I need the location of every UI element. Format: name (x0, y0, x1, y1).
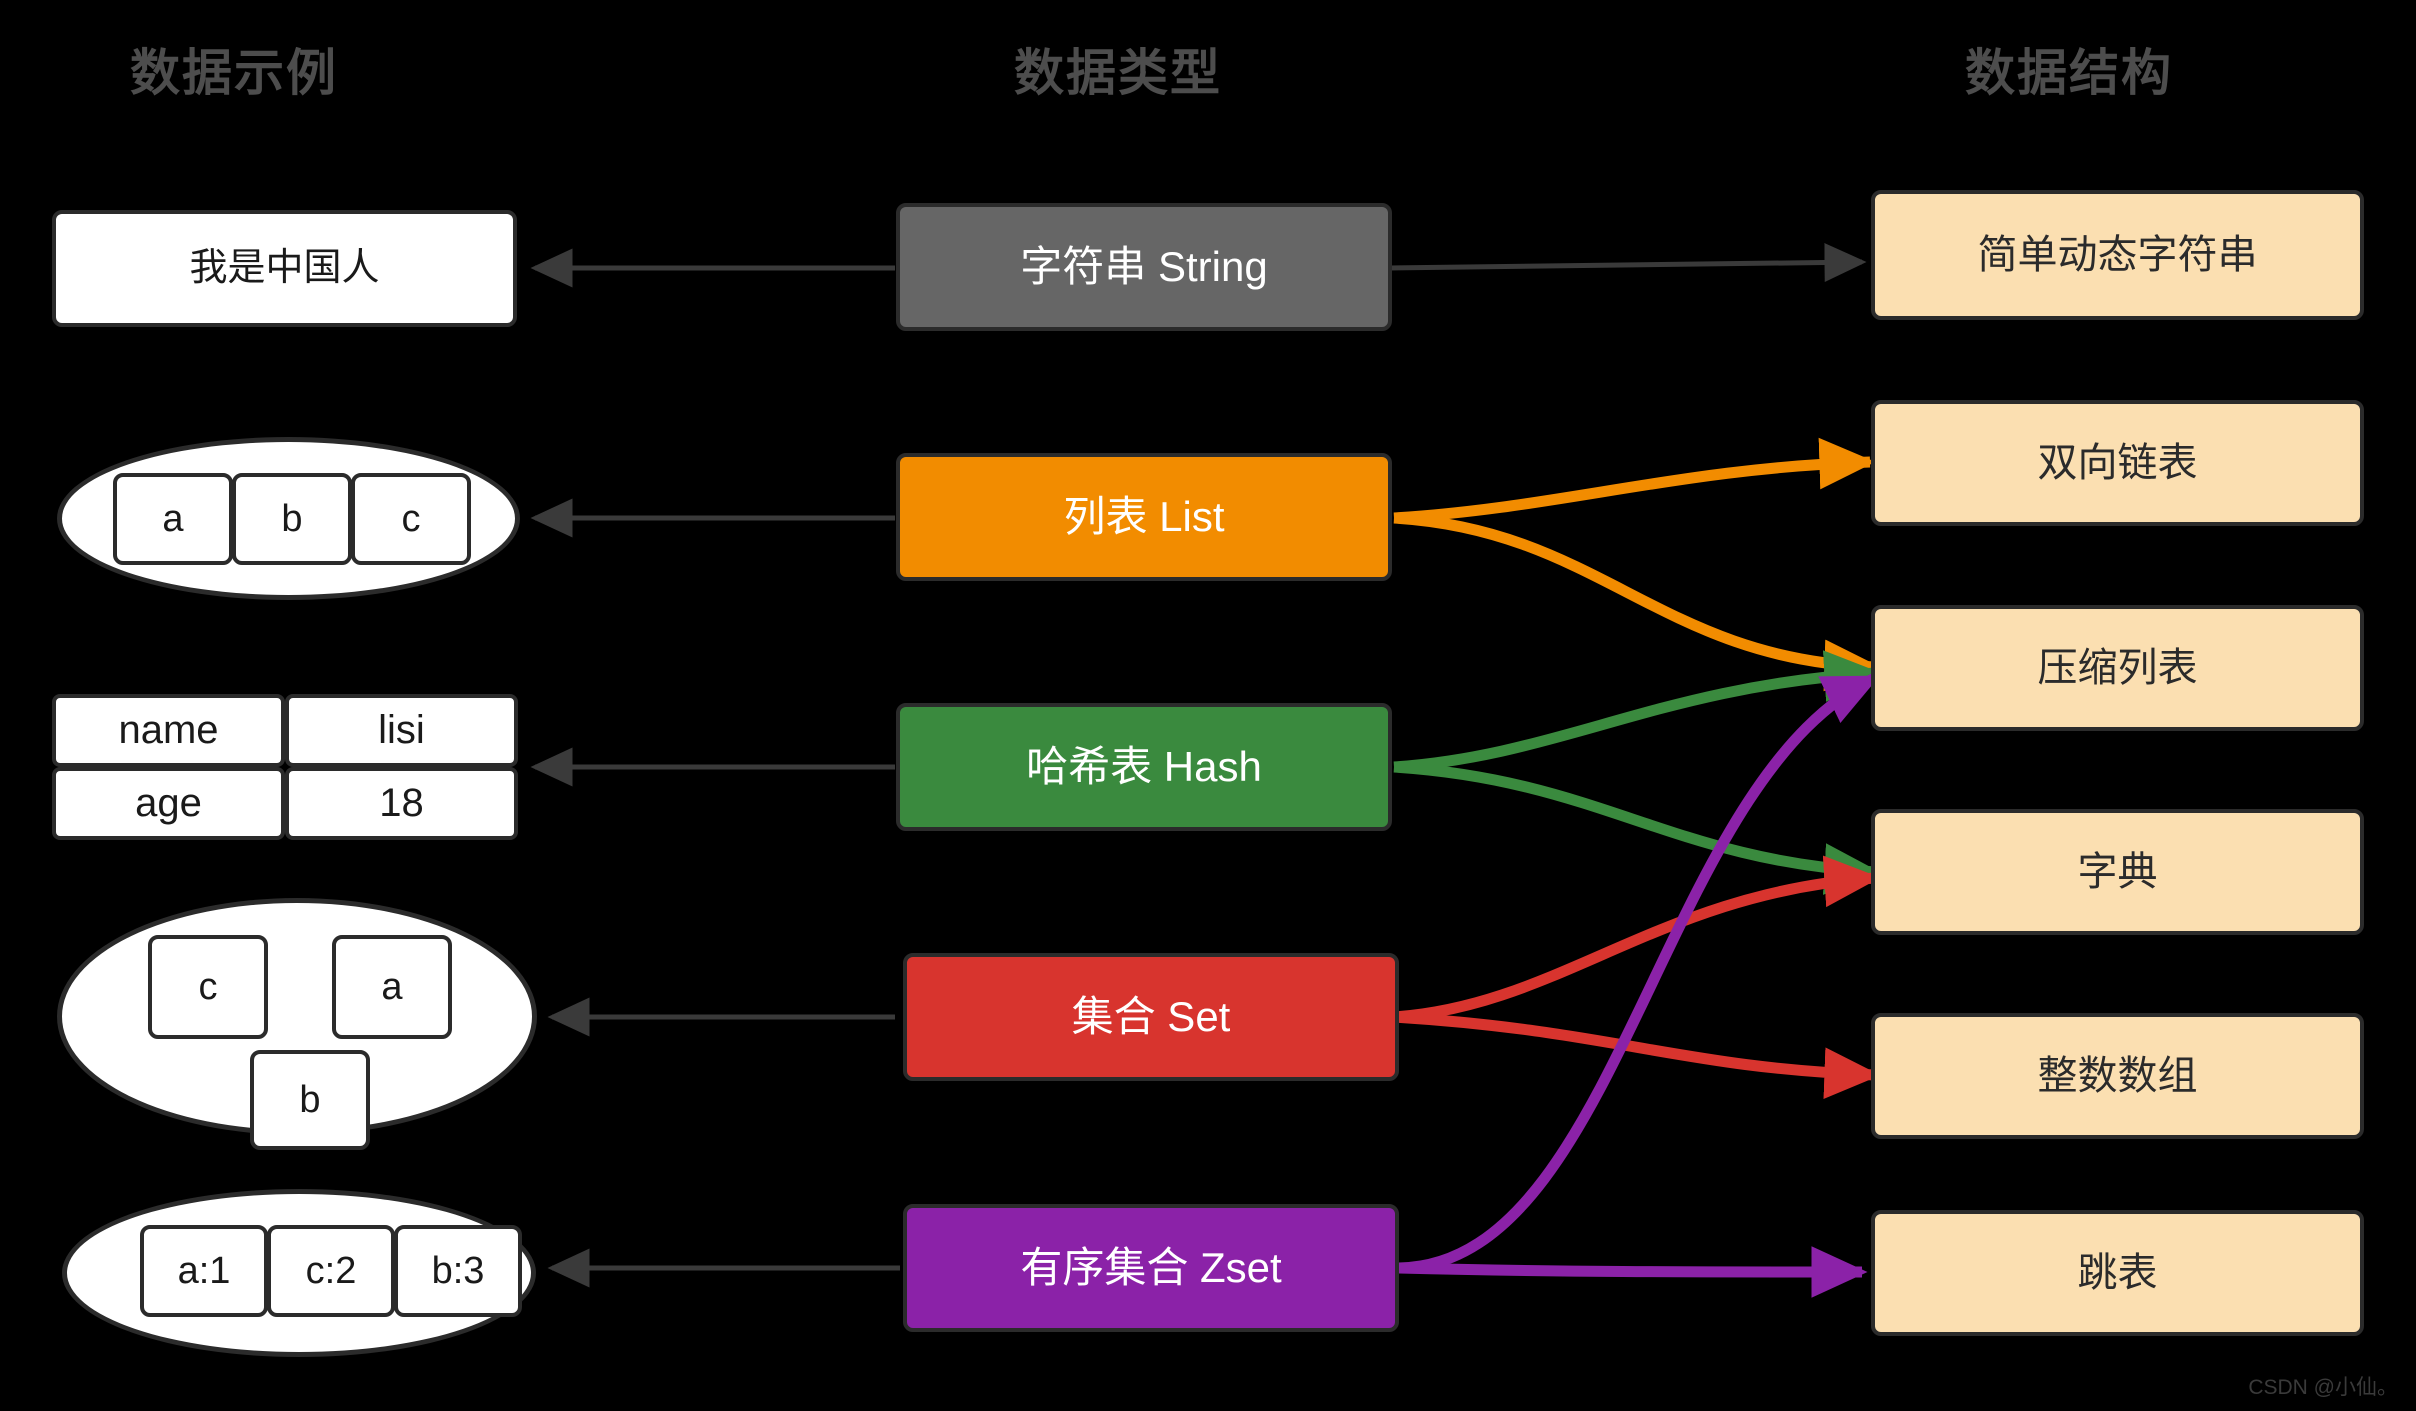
connector-list-to-ziplist (1393, 512, 1881, 692)
structure-box-skiplist[interactable]: 跳表 (1871, 1210, 2364, 1336)
example-zset-cell-text: a:1 (177, 1249, 231, 1292)
example-hash-value-text: 18 (379, 781, 424, 825)
connector-zset-to-ziplist (1398, 673, 1880, 1274)
structure-box-label: 字典 (2077, 850, 2158, 894)
example-list-cell: c (351, 473, 471, 565)
example-set-cell-text: c (198, 965, 218, 1008)
type-box-string[interactable]: 字符串 String (896, 203, 1392, 331)
type-box-set[interactable]: 集合 Set (903, 953, 1399, 1081)
example-list-cell-text: c (401, 497, 421, 540)
type-box-label: 集合 Set (1071, 992, 1231, 1040)
structure-box-label: 压缩列表 (2037, 646, 2198, 690)
connector-list-to-doubly-linked-list (1393, 437, 1876, 524)
example-hash-key-cell: age (52, 767, 285, 840)
type-box-list[interactable]: 列表 List (896, 453, 1392, 581)
example-set-cell-text: a (381, 965, 403, 1008)
example-hash-value-text: lisi (378, 708, 425, 752)
example-set-cell: c (148, 935, 268, 1039)
structure-box-label: 简单动态字符串 (1977, 233, 2258, 277)
column-header-data-examples: 数据示例 (130, 45, 338, 101)
structure-box-label: 跳表 (2077, 1251, 2158, 1295)
type-box-label: 列表 List (1063, 492, 1225, 540)
connector-hash-to-ziplist (1393, 650, 1881, 773)
example-zset-cell: c:2 (267, 1225, 395, 1317)
example-zset-cell-text: c:2 (305, 1249, 357, 1292)
type-box-hash[interactable]: 哈希表 Hash (896, 703, 1392, 831)
type-box-label: 哈希表 Hash (1026, 742, 1262, 790)
example-string-text: 我是中国人 (189, 246, 380, 289)
watermark: CSDN @小仙。 (2248, 1376, 2398, 1399)
example-hash-key-text: name (118, 708, 219, 752)
example-hash-key-text: age (135, 781, 202, 825)
connector-hash-to-dict (1393, 761, 1881, 895)
column-header-data-types: 数据类型 (1014, 45, 1222, 101)
example-list-cell-text: a (162, 497, 184, 540)
example-set-cell: b (250, 1050, 370, 1150)
structure-box-ziplist[interactable]: 压缩列表 (1871, 605, 2364, 731)
connector-set-to-intset (1393, 1011, 1881, 1100)
example-hash-key-cell: name (52, 694, 285, 767)
structure-box-label: 双向链表 (2037, 441, 2198, 485)
example-list-cell-text: b (281, 497, 303, 540)
example-list-cell: a (113, 473, 233, 565)
example-hash-value-cell: 18 (285, 767, 518, 840)
example-zset-cell: a:1 (140, 1225, 268, 1317)
connector-string-to-sds (1389, 242, 1867, 282)
column-header-data-structures: 数据结构 (1965, 45, 2173, 101)
structure-box-sds[interactable]: 简单动态字符串 (1871, 190, 2364, 320)
example-zset-cell-text: b:3 (431, 1249, 485, 1292)
connector-zset-to-skiplist (1398, 1246, 1868, 1298)
structure-box-intset[interactable]: 整数数组 (1871, 1013, 2364, 1139)
type-box-zset[interactable]: 有序集合 Zset (903, 1204, 1399, 1332)
example-zset-cell: b:3 (394, 1225, 522, 1317)
example-hash-value-cell: lisi (285, 694, 518, 767)
example-list-cell: b (232, 473, 352, 565)
example-set-cell-text: b (299, 1078, 321, 1121)
structure-box-doubly-linked-list[interactable]: 双向链表 (1871, 400, 2364, 526)
example-set-cell: a (332, 935, 452, 1039)
type-box-label: 字符串 String (1020, 242, 1268, 290)
diagram-canvas: 数据示例 数据类型 数据结构 我是中国人 a b c name lisi age… (0, 0, 2416, 1411)
type-box-label: 有序集合 Zset (1020, 1243, 1282, 1291)
connector-set-to-dict (1393, 855, 1881, 1023)
example-string-card: 我是中国人 (52, 210, 517, 327)
structure-box-label: 整数数组 (2037, 1054, 2198, 1098)
structure-box-dict[interactable]: 字典 (1871, 809, 2364, 935)
